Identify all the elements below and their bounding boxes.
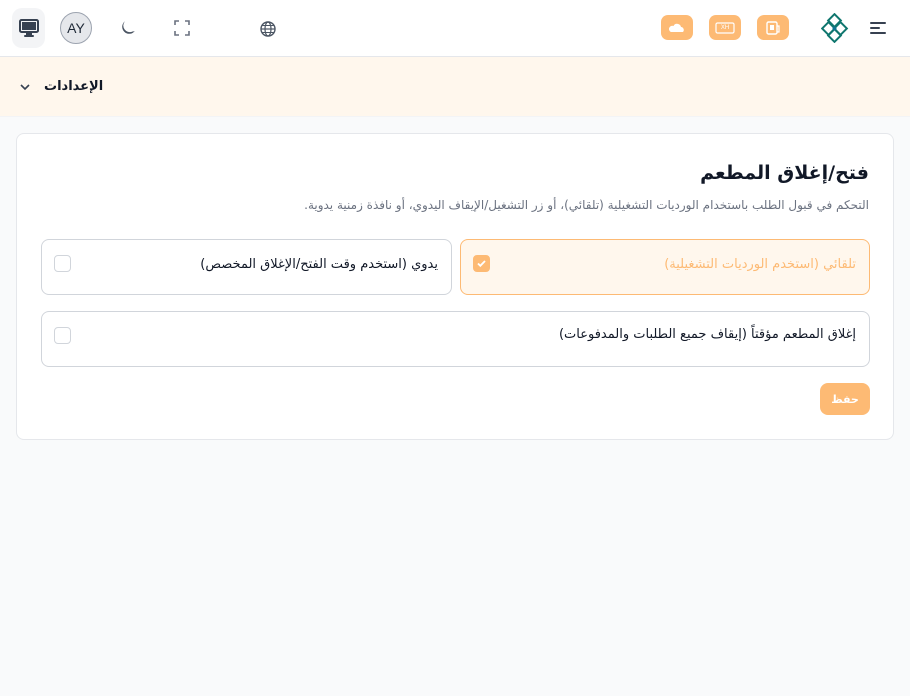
option-label: يدوي (استخدم وقت الفتح/الإغلاق المخصص) xyxy=(200,257,438,272)
display-mode-button[interactable] xyxy=(12,8,45,48)
save-button[interactable]: حفظ xyxy=(820,383,870,415)
restaurant-open-close-card: فتح/إغلاق المطعم التحكم في قبول الطلب با… xyxy=(16,133,894,440)
globe-icon xyxy=(260,21,276,37)
option-checkbox[interactable] xyxy=(54,255,71,272)
card-title: فتح/إغلاق المطعم xyxy=(700,162,869,184)
menu-icon xyxy=(870,22,886,34)
cash-shortcut-button[interactable]: XH xyxy=(709,15,741,40)
avatar[interactable]: AY xyxy=(60,12,92,44)
orders-shortcut-button[interactable] xyxy=(661,15,693,40)
moon-icon xyxy=(122,21,135,34)
fullscreen-button[interactable] xyxy=(170,16,194,40)
dark-mode-toggle[interactable] xyxy=(116,16,140,40)
option-label: إغلاق المطعم مؤقتاً (إيقاف جميع الطلبات … xyxy=(558,327,856,342)
expand-icon xyxy=(174,20,190,36)
monitor-icon xyxy=(18,19,39,37)
cloud-icon xyxy=(669,23,684,32)
settings-section-header[interactable]: الإعدادات xyxy=(0,57,910,117)
receipt-icon xyxy=(766,20,780,35)
option-manual[interactable]: يدوي (استخدم وقت الفتح/الإغلاق المخصص) xyxy=(41,239,452,295)
option-checkbox[interactable] xyxy=(473,255,490,272)
language-button[interactable] xyxy=(256,17,280,41)
avatar-initials: AY xyxy=(67,20,85,36)
card-description: التحكم في قبول الطلب باستخدام الورديات ا… xyxy=(304,198,869,212)
option-checkbox[interactable] xyxy=(54,327,71,344)
option-label: تلقائي (استخدم الورديات التشغيلية) xyxy=(664,257,856,272)
option-pause-restaurant[interactable]: إغلاق المطعم مؤقتاً (إيقاف جميع الطلبات … xyxy=(41,311,870,367)
option-automatic[interactable]: تلقائي (استخدم الورديات التشغيلية) xyxy=(460,239,870,295)
section-title: الإعدادات xyxy=(44,79,104,94)
logo-icon xyxy=(821,13,849,43)
chevron-down-icon xyxy=(20,84,30,91)
top-bar: AY XH xyxy=(0,0,910,57)
check-icon xyxy=(477,260,486,268)
receipt-shortcut-button[interactable] xyxy=(757,15,789,40)
menu-toggle-button[interactable] xyxy=(866,16,890,40)
brand-logo[interactable] xyxy=(820,12,852,44)
